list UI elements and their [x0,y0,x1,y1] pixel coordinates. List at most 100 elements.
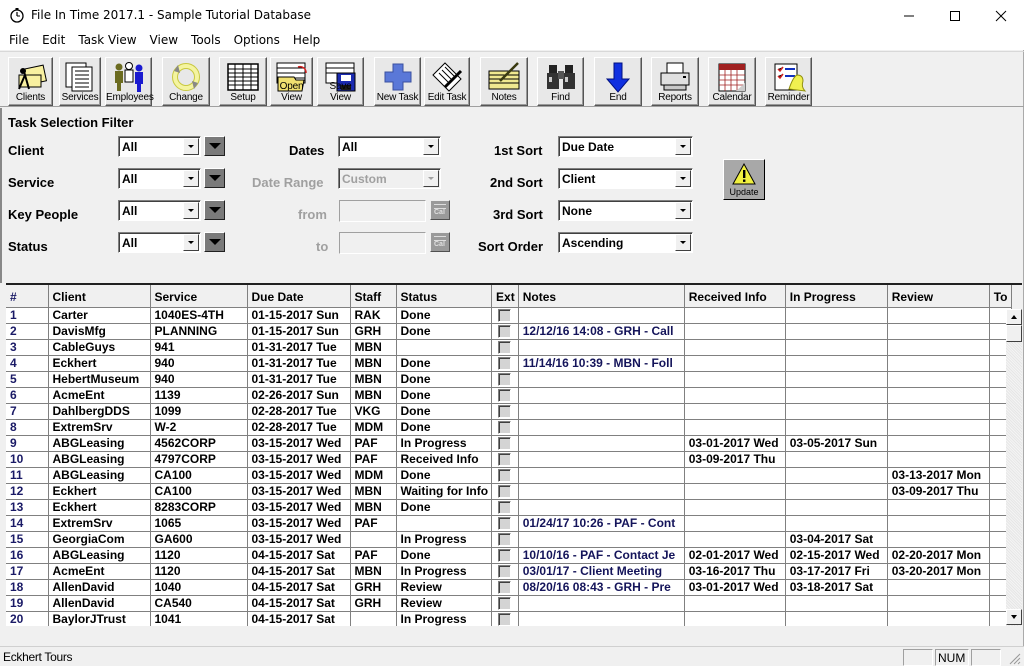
vertical-scroll-thumb[interactable] [1006,325,1022,342]
received-info-cell[interactable]: 03-01-2017 Wed [684,579,786,596]
staff-cell[interactable]: PAF [350,435,397,452]
reminder-button[interactable]: Reminder [765,57,812,106]
due-date-cell[interactable]: 04-15-2017 Sat [247,595,351,612]
in-progress-cell[interactable] [785,355,888,372]
column-header-staff[interactable]: Staff [350,285,397,308]
client-cell[interactable]: DavisMfg [48,323,151,340]
due-date-cell[interactable]: 01-31-2017 Tue [247,371,351,388]
review-cell[interactable]: 03-09-2017 Thu [887,483,990,500]
in-progress-cell[interactable] [785,499,888,516]
key-people-list-button[interactable] [204,200,225,220]
notes-cell[interactable] [518,339,685,356]
save-view-button[interactable]: Save View [317,57,364,106]
from-calendar-button[interactable]: Cal [430,200,450,220]
review-cell[interactable] [887,403,990,420]
find-button[interactable]: Find [537,57,584,106]
ext-cell[interactable] [491,531,519,548]
ext-cell[interactable] [491,451,519,468]
service-cell[interactable]: 1120 [150,547,248,564]
staff-cell[interactable]: RAK [350,307,397,324]
column-header-status[interactable]: Status [396,285,493,308]
staff-cell[interactable]: MBN [350,499,397,516]
notes-cell[interactable] [518,467,685,484]
received-info-cell[interactable] [684,499,786,516]
client-cell[interactable]: Eckhert [48,483,151,500]
service-cell[interactable]: PLANNING [150,323,248,340]
ext-cell[interactable] [491,307,519,324]
staff-cell[interactable]: MDM [350,467,397,484]
close-button[interactable] [978,0,1024,31]
ext-cell[interactable] [491,499,519,516]
row-number[interactable]: 8 [6,419,49,436]
row-number[interactable]: 10 [6,451,49,468]
status-cell[interactable]: Waiting for Info [396,483,493,500]
column-header-due-date[interactable]: Due Date [247,285,351,308]
status-cell[interactable]: Done [396,499,493,516]
review-cell[interactable]: 02-20-2017 Mon [887,547,990,564]
row-number[interactable]: 17 [6,563,49,580]
row-number[interactable]: 16 [6,547,49,564]
column-header-notes[interactable]: Notes [518,285,685,308]
menu-tools[interactable]: Tools [184,31,227,50]
service-cell[interactable]: W-2 [150,419,248,436]
received-info-cell[interactable] [684,531,786,548]
setup-button[interactable]: Setup [219,57,267,106]
due-date-cell[interactable]: 04-15-2017 Sat [247,563,351,580]
received-info-cell[interactable]: 02-01-2017 Wed [684,547,786,564]
service-cell[interactable]: 1099 [150,403,248,420]
sort3-select[interactable]: None [558,200,693,221]
service-cell[interactable]: 1040ES-4TH [150,307,248,324]
in-progress-cell[interactable] [785,483,888,500]
client-cell[interactable]: Eckhert [48,499,151,516]
row-number[interactable]: 4 [6,355,49,372]
column-header-received-info[interactable]: Received Info [684,285,786,308]
row-number[interactable]: 18 [6,579,49,596]
column-header-ext[interactable]: Ext [491,285,519,308]
row-number[interactable]: 9 [6,435,49,452]
ext-checkbox[interactable] [498,548,512,562]
ext-checkbox[interactable] [498,356,512,370]
staff-cell[interactable]: PAF [350,451,397,468]
row-number[interactable]: 2 [6,323,49,340]
review-cell[interactable] [887,387,990,404]
table-row[interactable]: 8 ExtremSrv W-2 02-28-2017 Tue MDM Done [6,419,1012,436]
ext-cell[interactable] [491,419,519,436]
in-progress-cell[interactable] [785,451,888,468]
review-cell[interactable] [887,419,990,436]
ext-checkbox[interactable] [498,500,512,514]
notes-cell[interactable] [518,371,685,388]
new-task-button[interactable]: New Task [374,57,421,106]
table-row[interactable]: 9 ABGLeasing 4562CORP 03-15-2017 Wed PAF In P… [6,435,1012,452]
service-cell[interactable]: 941 [150,339,248,356]
received-info-cell[interactable]: 03-16-2017 Thu [684,563,786,580]
sort-order-select[interactable]: Ascending [558,232,693,253]
received-info-cell[interactable] [684,339,786,356]
notes-cell[interactable] [518,595,685,612]
staff-cell[interactable]: VKG [350,403,397,420]
review-cell[interactable] [887,499,990,516]
due-date-cell[interactable]: 04-15-2017 Sat [247,579,351,596]
end-button[interactable]: End [594,57,642,106]
minimize-button[interactable] [886,0,932,31]
table-row[interactable]: 4 Eckhert 940 01-31-2017 Tue MBN Done 11/14/16… [6,355,1012,372]
from-date-input[interactable] [339,200,426,222]
client-list-button[interactable] [204,136,225,156]
in-progress-cell[interactable] [785,611,888,626]
staff-cell[interactable]: MBN [350,563,397,580]
in-progress-cell[interactable] [785,403,888,420]
table-row[interactable]: 7 DahlbergDDS 1099 02-28-2017 Tue VKG Done [6,403,1012,420]
review-cell[interactable] [887,515,990,532]
menu-options[interactable]: Options [227,31,286,50]
client-cell[interactable]: CableGuys [48,339,151,356]
table-row[interactable]: 16 ABGLeasing 1120 04-15-2017 Sat PAF Done 10/… [6,547,1012,564]
status-cell[interactable] [396,339,493,356]
service-cell[interactable]: 1040 [150,579,248,596]
service-select[interactable]: All [118,168,201,189]
ext-cell[interactable] [491,595,519,612]
staff-cell[interactable]: PAF [350,547,397,564]
reports-button[interactable]: Reports [651,57,699,106]
column-header-to[interactable]: To [989,285,1012,308]
in-progress-cell[interactable] [785,387,888,404]
to-calendar-button[interactable]: Cal [430,232,450,252]
client-cell[interactable]: DahlbergDDS [48,403,151,420]
